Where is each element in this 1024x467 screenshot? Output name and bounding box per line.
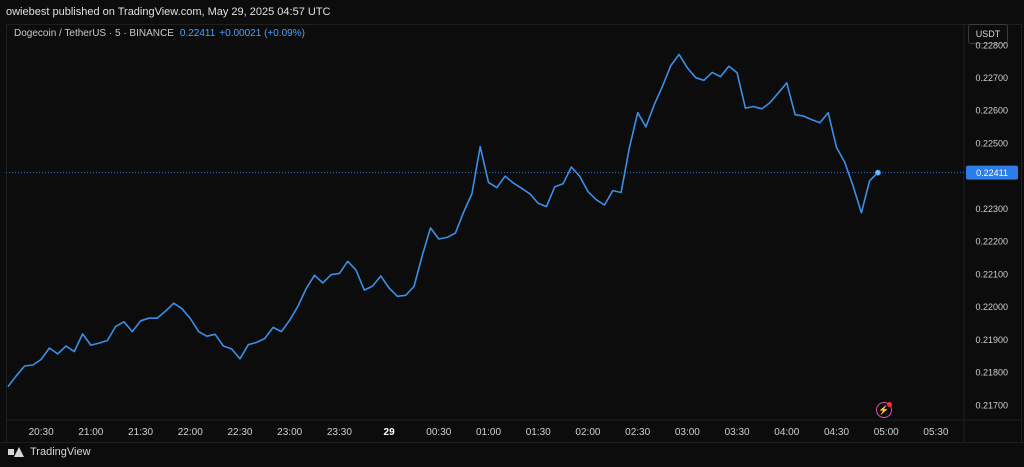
last-price-marker: [874, 169, 881, 176]
x-tick-label: 02:00: [575, 427, 600, 438]
x-tick-label: 22:30: [227, 427, 252, 438]
y-tick-label: 0.22500: [975, 138, 1008, 148]
x-tick-label: 04:00: [774, 427, 799, 438]
x-tick-label: 03:00: [675, 427, 700, 438]
x-tick-label: 21:00: [78, 427, 103, 438]
x-tick-label: 05:30: [923, 427, 948, 438]
x-tick-label: 23:30: [327, 427, 352, 438]
price-series-line: [7, 53, 879, 388]
y-tick-label: 0.22600: [975, 106, 1008, 116]
y-tick-label: 0.22200: [975, 237, 1008, 247]
x-tick-label: 23:00: [277, 427, 302, 438]
x-tick-label: 01:00: [476, 427, 501, 438]
y-tick-label: 0.22700: [975, 73, 1008, 83]
price-chart: 0.228000.227000.226000.225000.224000.223…: [6, 24, 1022, 442]
y-tick-label: 0.22000: [975, 302, 1008, 312]
y-tick-label: 0.22300: [975, 204, 1008, 214]
chart-frame: owiebest published on TradingView.com, M…: [0, 0, 1024, 467]
x-tick-label: 04:30: [824, 427, 849, 438]
x-tick-label: 05:00: [874, 427, 899, 438]
last-price-label: 0.22411: [976, 168, 1008, 178]
notification-dot: [887, 402, 892, 407]
x-tick-label: 00:30: [426, 427, 451, 438]
x-tick-label: 21:30: [128, 427, 153, 438]
y-tick-label: 0.21700: [975, 400, 1008, 410]
y-tick-label: 0.21900: [975, 335, 1008, 345]
x-tick-label: 02:30: [625, 427, 650, 438]
x-tick-label: 01:30: [526, 427, 551, 438]
x-tick-label: 20:30: [29, 427, 54, 438]
x-tick-label: 22:00: [178, 427, 203, 438]
bottom-bar: [0, 442, 1024, 467]
y-tick-label: 0.22800: [975, 40, 1008, 50]
brand-text: TradingView: [30, 446, 91, 458]
x-tick-label: 03:30: [725, 427, 750, 438]
tradingview-logo-icon: [8, 447, 24, 457]
y-tick-label: 0.22100: [975, 269, 1008, 279]
y-tick-label: 0.21800: [975, 368, 1008, 378]
tradingview-logo[interactable]: TradingView: [8, 446, 91, 458]
x-tick-label: 29: [384, 427, 396, 438]
